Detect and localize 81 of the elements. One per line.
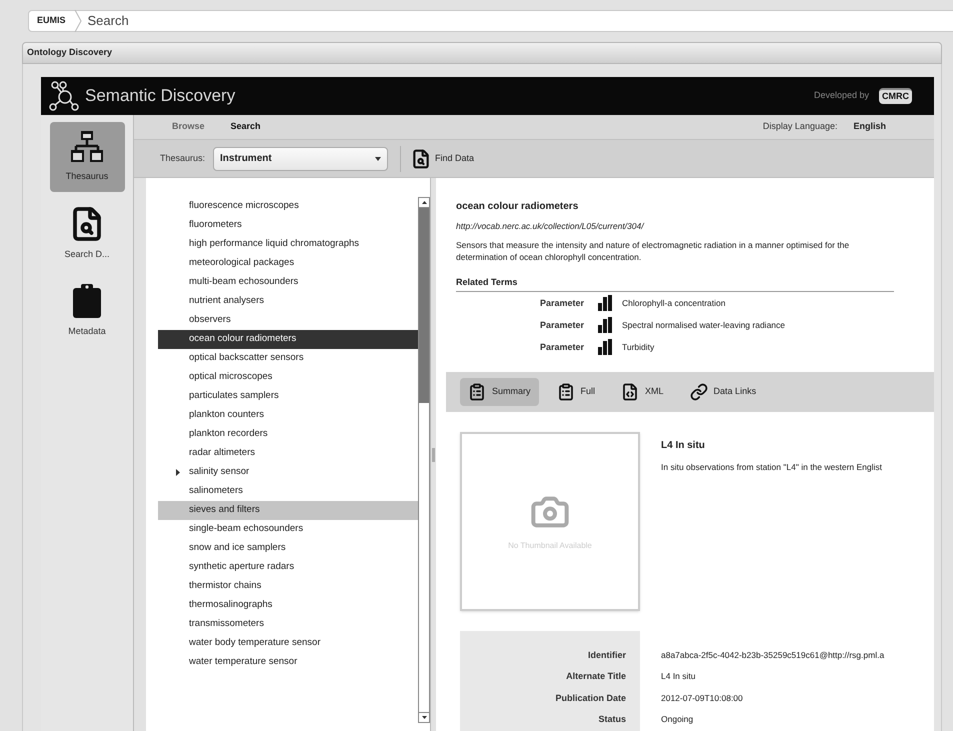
- bar-chart-icon: [598, 295, 613, 312]
- tree-item[interactable]: optical microscopes: [158, 368, 418, 387]
- bar-chart-icon: [598, 339, 613, 356]
- language-label: Display Language:: [762, 120, 838, 134]
- tree-item[interactable]: plankton recorders: [158, 425, 418, 444]
- sidebar-item[interactable]: Metadata: [50, 275, 124, 346]
- tree-item[interactable]: high performance liquid chromatographs: [158, 235, 418, 254]
- term-description: Sensors that measure the intensity and nature of electromagnetic radiation in a manner optimised for the determination of ocean chlorophyll concentration.: [456, 238, 850, 263]
- hierarchy-icon: [71, 130, 103, 164]
- expand-arrow-icon[interactable]: [176, 469, 180, 476]
- tree-item[interactable]: fluorescence microscopes: [158, 197, 418, 216]
- scrollbar[interactable]: [418, 197, 430, 723]
- field-label: Publication Date: [460, 688, 640, 709]
- document-search-icon: [411, 148, 432, 168]
- field-value: a8a7abca-2f5c-4042-b23b-35259c519c61@http://rsg.pml.a: [660, 649, 884, 662]
- related-term[interactable]: Spectral normalised water-leaving radiance: [622, 318, 785, 332]
- tree-item[interactable]: plankton counters: [158, 406, 418, 425]
- tree-item[interactable]: multi-beam echosounders: [158, 273, 418, 292]
- result-tab[interactable]: Summary: [460, 378, 539, 406]
- tree-item[interactable]: thermistor chains: [158, 577, 418, 596]
- thesaurus-select[interactable]: Instrument: [213, 146, 388, 170]
- tree-item[interactable]: particulates samplers: [158, 387, 418, 406]
- panel-title: Ontology Discovery: [27, 46, 112, 60]
- related-term-type: Parameter: [538, 318, 585, 332]
- tree-item[interactable]: water body temperature sensor: [158, 634, 418, 653]
- field-value: Ongoing: [660, 713, 694, 726]
- clipboard-icon: [72, 283, 102, 319]
- developer-logo: CMRC: [879, 88, 912, 104]
- term-url[interactable]: http://vocab.nerc.ac.uk/collection/L05/current/304/: [456, 220, 914, 233]
- nav-tab[interactable]: Search: [230, 120, 261, 134]
- field-label: Status: [460, 709, 640, 730]
- tree-item[interactable]: transmissometers: [158, 615, 418, 634]
- scroll-up-arrow-icon[interactable]: [422, 201, 426, 204]
- nav-tab[interactable]: Browse: [172, 120, 205, 134]
- tree-item[interactable]: nutrient analysers: [158, 292, 418, 311]
- record-description: In situ observations from station "L4" in the western Englist: [661, 461, 882, 474]
- related-terms-heading: Related Terms: [456, 276, 894, 292]
- sidebar-item[interactable]: Thesaurus: [50, 122, 124, 192]
- scroll-down-arrow-icon[interactable]: [422, 716, 426, 719]
- record-title[interactable]: L4 In situ: [661, 438, 882, 453]
- field-value: 2012-07-09T10:08:00: [660, 692, 743, 705]
- bar-chart-icon: [598, 317, 613, 334]
- result-tab[interactable]: Data Links: [682, 378, 764, 406]
- breadcrumb-current: Search: [86, 12, 129, 30]
- field-label: Identifier: [460, 631, 640, 666]
- tree-item[interactable]: meteorological packages: [158, 254, 418, 273]
- code-file-icon: [621, 383, 640, 401]
- related-term-type: Parameter: [538, 296, 585, 310]
- sidebar-item[interactable]: Search D...: [50, 198, 124, 269]
- related-term[interactable]: Chlorophyll-a concentration: [622, 296, 726, 310]
- result-tab[interactable]: XML: [613, 378, 672, 406]
- link-icon: [690, 383, 708, 401]
- field-value: L4 In situ: [660, 670, 696, 684]
- developer-credit: Developed by: [814, 89, 869, 102]
- tree-item[interactable]: synthetic aperture radars: [158, 558, 418, 577]
- tree-item[interactable]: ocean colour radiometers: [158, 330, 418, 349]
- tree-item[interactable]: single-beam echosounders: [158, 520, 418, 539]
- tree-item[interactable]: optical backscatter sensors: [158, 349, 418, 368]
- tree-item[interactable]: salinometers: [158, 482, 418, 501]
- tree-item[interactable]: sieves and filters: [158, 501, 418, 520]
- tree-item[interactable]: fluorometers: [158, 216, 418, 235]
- thesaurus-label: Thesaurus:: [160, 152, 206, 165]
- term-title: ocean colour radiometers: [456, 200, 580, 214]
- chevron-icon: [74, 10, 82, 32]
- breadcrumb-link[interactable]: EUMIS: [29, 14, 74, 28]
- result-tab[interactable]: Full: [548, 378, 604, 406]
- molecule-icon: [49, 81, 81, 111]
- app-title: Semantic Discovery: [85, 85, 236, 108]
- tree-item[interactable]: water temperature sensor: [158, 653, 418, 672]
- tree-item[interactable]: radar altimeters: [158, 444, 418, 463]
- field-label: Alternate Title: [460, 666, 640, 688]
- find-data-button[interactable]: Find Data: [411, 148, 474, 168]
- tree-item[interactable]: observers: [158, 311, 418, 330]
- related-term[interactable]: Turbidity: [622, 340, 654, 354]
- tree-item[interactable]: snow and ice samplers: [158, 539, 418, 558]
- clipboard-icon: [468, 383, 486, 401]
- dropdown-caret-icon: [375, 156, 382, 160]
- tree-item[interactable]: thermosalinographs: [158, 596, 418, 615]
- related-term-type: Parameter: [538, 340, 585, 354]
- tree-item[interactable]: salinity sensor: [158, 463, 418, 482]
- language-value[interactable]: English: [853, 120, 886, 134]
